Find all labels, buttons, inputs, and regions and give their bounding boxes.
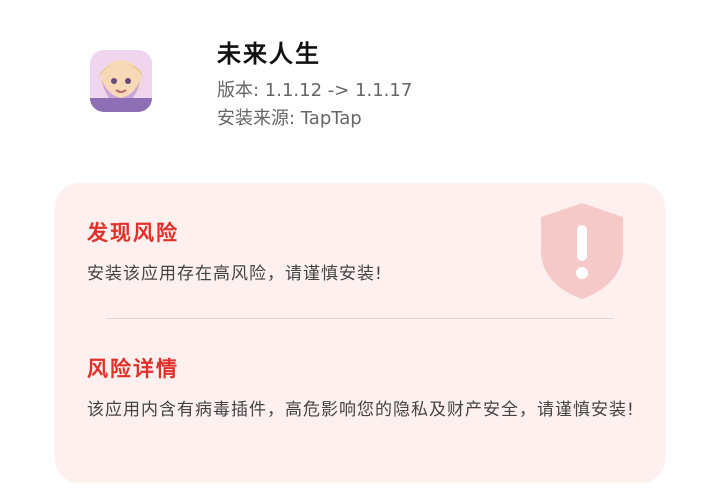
app-version: 版本: 1.1.12 -> 1.1.17 (217, 80, 413, 101)
divider (107, 318, 613, 319)
app-icon (90, 50, 152, 112)
risk-message: 安装该应用存在高风险，请谨慎安装! (87, 264, 383, 284)
app-name: 未来人生 (217, 40, 321, 68)
app-avatar-icon (90, 50, 152, 112)
risk-title: 发现风险 (87, 221, 179, 245)
risk-card: 发现风险 安装该应用存在高风险，请谨慎安装! 风险详情 该应用内含有病毒插件，高… (55, 183, 665, 483)
install-source: 安装来源: TapTap (217, 108, 362, 129)
details-message: 该应用内含有病毒插件，高危影响您的隐私及财产安全，请谨慎安装! (87, 400, 635, 420)
shield-exclamation-icon (541, 203, 623, 299)
details-title: 风险详情 (87, 357, 179, 381)
